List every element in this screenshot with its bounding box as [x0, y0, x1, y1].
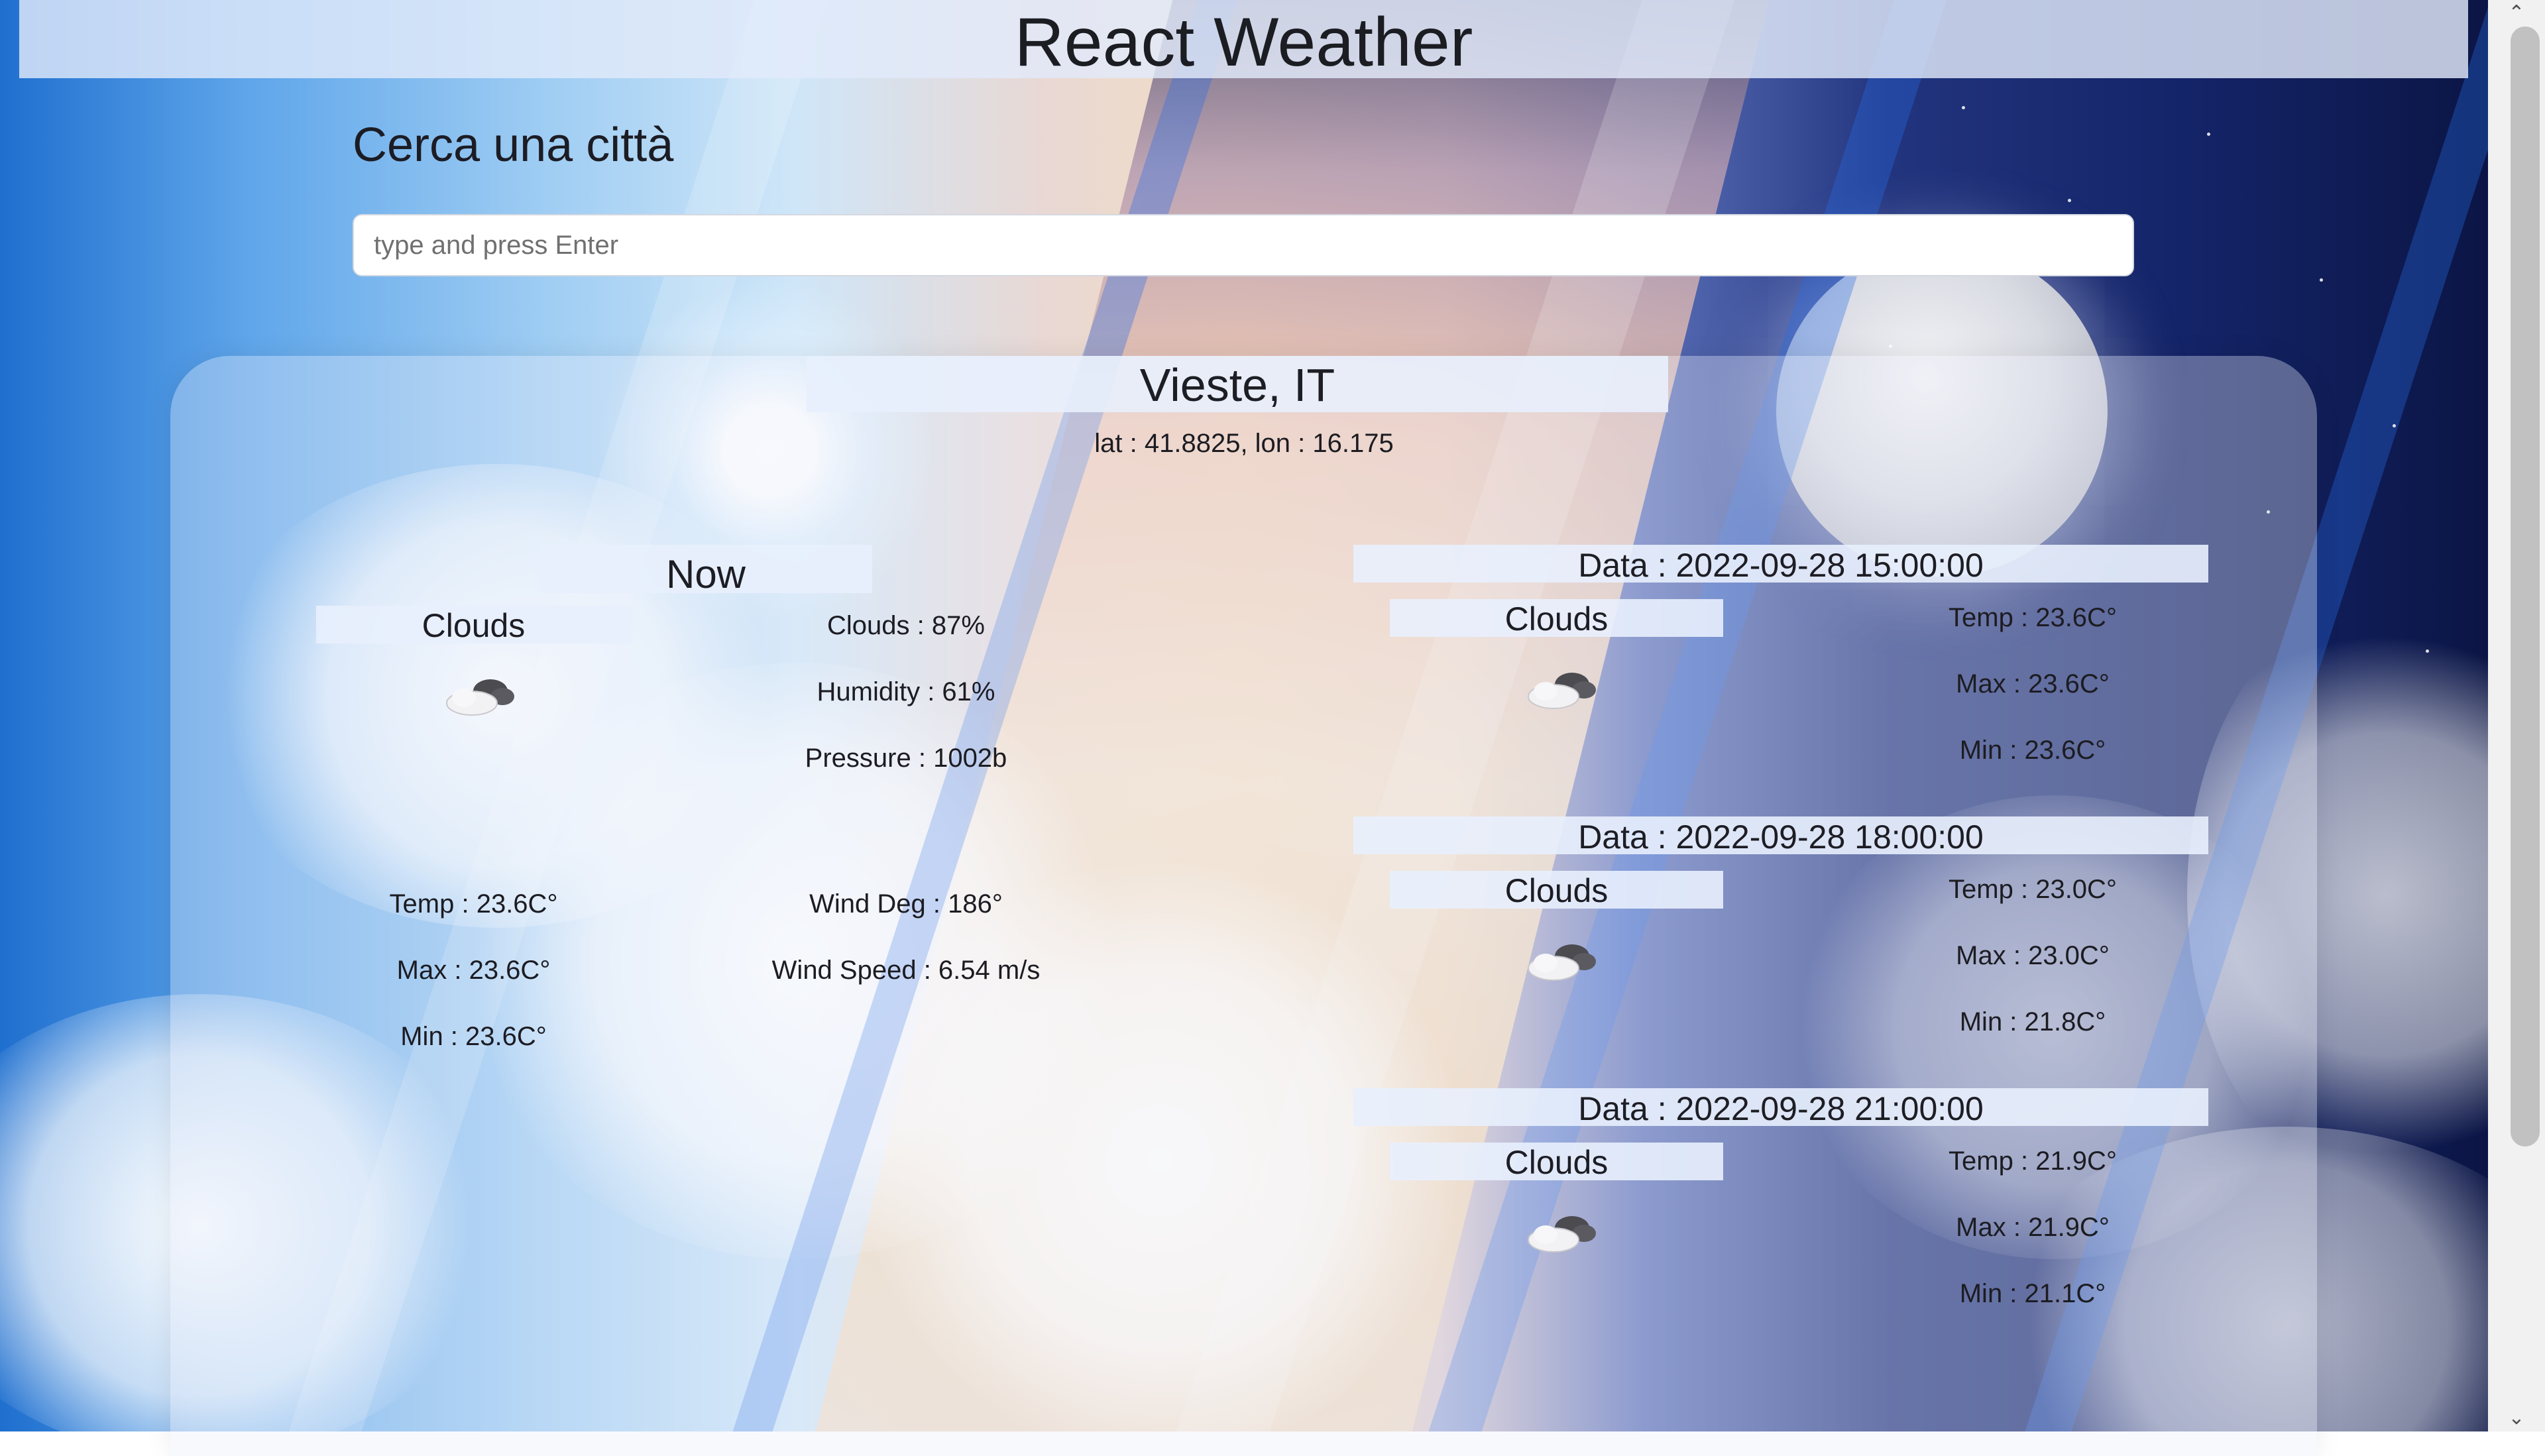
forecast-date-bar: Data : 2022-09-28 21:00:00 — [1353, 1088, 2208, 1127]
app-title: React Weather — [1014, 4, 1473, 81]
cloudy-icon — [1528, 673, 1596, 709]
star — [1962, 106, 1965, 109]
scrollbar[interactable]: ⌃ ⌄ — [2488, 0, 2545, 1431]
forecast-date-bar: Data : 2022-09-28 15:00:00 — [1353, 545, 2208, 584]
chevron-up-icon: ⌃ — [2508, 2, 2525, 24]
cloudy-icon — [1528, 944, 1596, 981]
app-header: React Weather — [19, 0, 2468, 81]
star — [2426, 649, 2429, 653]
current-condition-panel: Clouds — [316, 606, 631, 644]
cloudy-icon — [1528, 1216, 1596, 1253]
forecast-min: Min : 21.1C° — [1959, 1279, 2106, 1308]
now-heading: Now — [539, 545, 872, 596]
forecast-max: Max : 23.6C° — [1956, 669, 2110, 699]
current-wind-deg: Wind Deg : 186° — [809, 889, 1003, 919]
scroll-up-button[interactable]: ⌃ — [2488, 0, 2545, 27]
current-temp: Temp : 23.6C° — [389, 889, 558, 919]
forecast-condition: Clouds — [1504, 600, 1609, 638]
chevron-down-icon: ⌄ — [2508, 1407, 2525, 1429]
forecast-condition-panel: Clouds — [1390, 871, 1723, 909]
forecast-condition: Clouds — [1504, 1144, 1609, 1181]
location-title-bar: Vieste, IT — [807, 356, 1668, 412]
current-pressure: Pressure : 1002b — [805, 744, 1007, 773]
forecast-condition: Clouds — [1504, 872, 1609, 909]
search-label: Cerca una città — [353, 119, 674, 172]
current-min: Min : 23.6C° — [400, 1022, 547, 1051]
location-coords: lat : 41.8825, lon : 16.175 — [1094, 429, 1394, 458]
forecast-temp: Temp : 23.0C° — [1949, 875, 2117, 904]
forecast-date-bar: Data : 2022-09-28 18:00:00 — [1353, 816, 2208, 856]
forecast-min: Min : 23.6C° — [1959, 736, 2106, 765]
current-humidity: Humidity : 61% — [817, 677, 995, 706]
forecast-date: Data : 2022-09-28 18:00:00 — [1578, 818, 1984, 856]
current-wind-speed: Wind Speed : 6.54 m/s — [771, 956, 1041, 985]
forecast-date: Data : 2022-09-28 15:00:00 — [1578, 547, 1984, 584]
star — [2320, 278, 2323, 282]
forecast-condition-panel: Clouds — [1390, 599, 1723, 638]
current-condition: Clouds — [422, 607, 526, 644]
forecast-temp: Temp : 21.9C° — [1949, 1147, 2117, 1176]
star — [2393, 424, 2396, 427]
now-label: Now — [665, 552, 746, 596]
current-clouds: Clouds : 87% — [827, 611, 985, 640]
star — [2207, 133, 2210, 136]
forecast-date: Data : 2022-09-28 21:00:00 — [1578, 1090, 1984, 1127]
star — [2068, 199, 2071, 202]
forecast-min: Min : 21.8C° — [1959, 1007, 2106, 1036]
forecast-max: Max : 21.9C° — [1956, 1213, 2110, 1242]
current-max: Max : 23.6C° — [396, 956, 551, 985]
cloudy-icon — [446, 679, 514, 716]
forecast-condition-panel: Clouds — [1390, 1143, 1723, 1181]
forecast-temp: Temp : 23.6C° — [1949, 603, 2117, 632]
search-input[interactable] — [353, 214, 2134, 276]
forecast-max: Max : 23.0C° — [1956, 941, 2110, 970]
scrollbar-thumb[interactable] — [2511, 27, 2540, 1147]
scroll-down-button[interactable]: ⌄ — [2488, 1405, 2545, 1431]
star — [1889, 345, 1892, 348]
weather-card: Vieste, IT lat : 41.8825, lon : 16.175 N… — [170, 356, 2317, 1456]
location-name: Vieste, IT — [1139, 359, 1335, 411]
